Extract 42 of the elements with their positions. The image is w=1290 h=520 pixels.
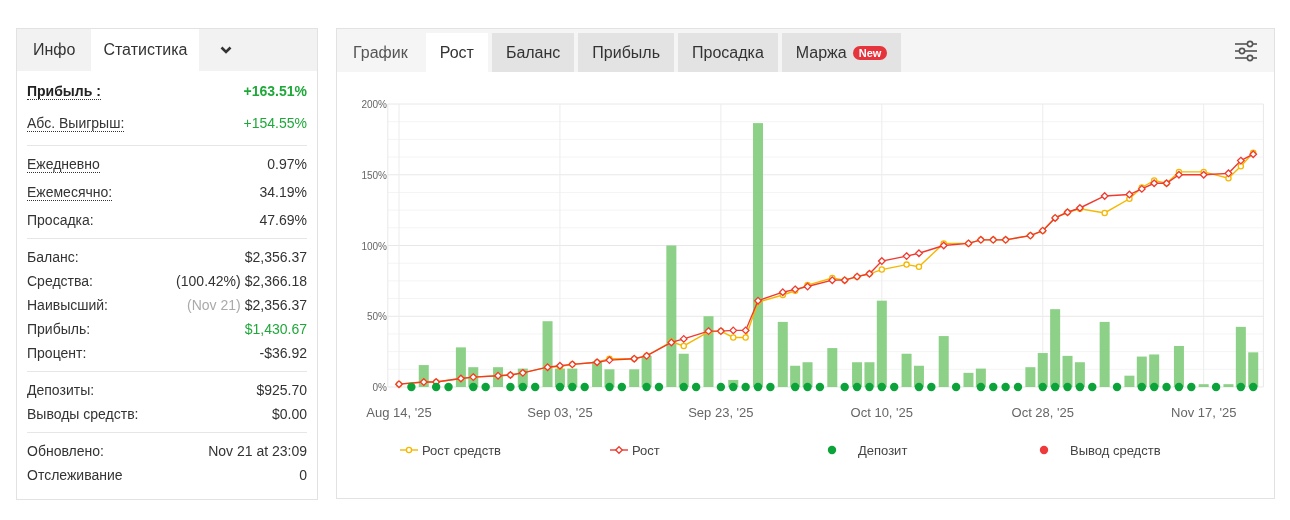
- stat-value: 34.19%: [259, 182, 307, 202]
- stat-label: Обновлено:: [27, 441, 104, 461]
- y-axis-label: 150%: [361, 169, 387, 181]
- stat-label: Просадка:: [27, 210, 94, 230]
- stat-label: Отслеживание: [27, 465, 123, 485]
- stat-label: Процент:: [27, 343, 87, 363]
- stat-label: Прибыль :: [27, 82, 101, 100]
- stat-label: Наивысший:: [27, 295, 108, 315]
- stat-value: -$36.92: [259, 343, 307, 363]
- y-axis-label: 100%: [361, 240, 387, 252]
- stat-note: (100.42%): [176, 271, 241, 291]
- x-axis-label: Sep 23, '25: [688, 405, 754, 420]
- stat-value: 47.69%: [259, 210, 307, 230]
- stat-label: Абс. Выигрыш:: [27, 114, 125, 132]
- stat-value: $925.70: [256, 380, 307, 400]
- stat-label: Депозиты:: [27, 380, 95, 400]
- stat-label: Средства:: [27, 271, 93, 291]
- x-axis-label: Oct 28, '25: [1011, 405, 1074, 420]
- stat-note: (Nov 21): [187, 295, 241, 315]
- stat-value: $2,366.18: [244, 271, 307, 291]
- x-axis-label: Oct 10, '25: [850, 405, 914, 420]
- stat-value: $2,356.37: [244, 247, 307, 267]
- stat-label: Прибыль:: [27, 319, 91, 339]
- stat-value: +163.51%: [243, 81, 307, 101]
- stat-label: Ежемесячно:: [27, 183, 113, 201]
- y-axis-label: 50%: [367, 311, 387, 323]
- stat-value: $1,430.67: [244, 319, 307, 339]
- x-axis-label: Aug 14, '25: [366, 405, 432, 420]
- stat-value: 0.97%: [267, 154, 307, 174]
- y-axis-label: 0%: [372, 382, 387, 393]
- stat-value: $2,356.37: [244, 295, 307, 315]
- stat-label: Выводы средств:: [27, 404, 139, 424]
- stat-value: Nov 21 at 23:09: [208, 441, 307, 461]
- new-badge: New: [852, 45, 888, 60]
- y-axis-label: 200%: [361, 99, 387, 110]
- stat-value: 0: [299, 465, 307, 485]
- stat-value: $0.00: [271, 404, 307, 424]
- stat-label: Баланс:: [27, 247, 79, 267]
- stat-value: +154.55%: [243, 113, 307, 133]
- stat-label: Ежедневно: [27, 155, 100, 173]
- x-axis-label: Nov 17, '25: [1171, 405, 1237, 420]
- x-axis-label: Sep 03, '25: [527, 405, 593, 420]
